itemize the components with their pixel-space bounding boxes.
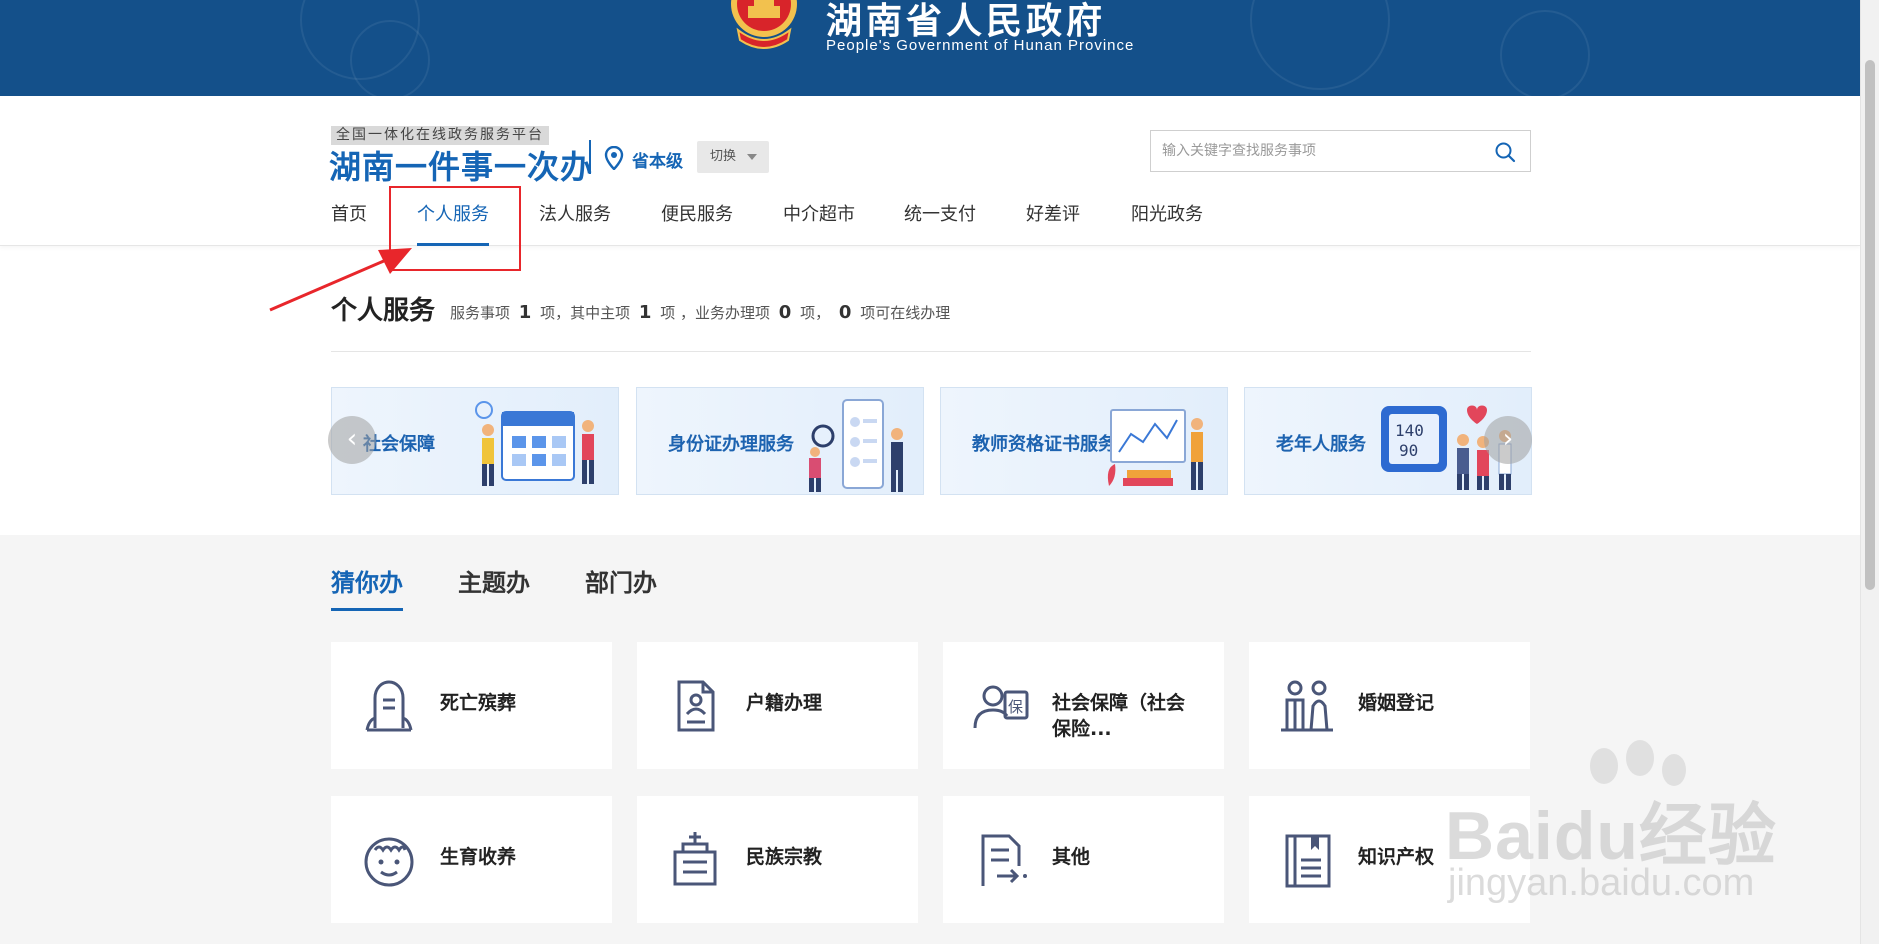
household-register-icon: [677, 680, 715, 732]
national-emblem-icon: [731, 0, 797, 49]
chevron-left-icon: ‹: [346, 424, 358, 454]
platform-logo-text[interactable]: 湖南一件事一次办: [329, 142, 593, 188]
svg-text:140: 140: [1395, 421, 1424, 440]
region-switch-label: 切换: [710, 149, 737, 164]
section-title: 个人服务: [331, 296, 436, 326]
caret-down-icon: [747, 154, 757, 160]
nav-item-open-government[interactable]: 阳光政务: [1131, 200, 1203, 246]
carousel-card-label: 老年人服务: [1276, 434, 1366, 455]
religion-building-icon: [673, 832, 717, 886]
social-security-icon: 保: [973, 685, 1029, 729]
nav-item-corporate-services[interactable]: 法人服务: [539, 200, 611, 246]
teacher-board-icon: [1107, 409, 1203, 490]
service-card-birth-adoption[interactable]: 生育收养: [331, 796, 612, 923]
top-banner: 湖南省人民政府 People's Government of Hunan Pro…: [0, 0, 1860, 96]
banner-subtitle: People's Government of Hunan Province: [826, 37, 1135, 54]
site-header: 全国一体化在线政务服务平台 湖南一件事一次办 省本级 切换 首页 个人服务 法人…: [0, 96, 1860, 246]
service-label: 婚姻登记: [1358, 692, 1435, 714]
stats-unit-3: 项，: [800, 304, 831, 322]
carousel-card-label: 身份证办理服务: [668, 434, 794, 455]
service-label: 民族宗教: [746, 846, 823, 868]
service-card-household-register[interactable]: 户籍办理: [637, 642, 918, 769]
carousel-card-id-card[interactable]: 身份证办理服务: [636, 387, 924, 495]
search-box: [1150, 130, 1531, 172]
section-stats: 服务事项 1 项，其中主项 1 项 ，业务办理项 0 项， 0 项可在线办理: [450, 302, 950, 323]
nav-item-convenience-services[interactable]: 便民服务: [661, 200, 733, 246]
baby-face-icon: [364, 837, 414, 887]
stats-prefix: 服务事项: [450, 304, 511, 322]
logo-divider: [589, 140, 591, 174]
nav-item-service-rating[interactable]: 好差评: [1026, 200, 1080, 246]
tab-by-topic[interactable]: 主题办: [458, 563, 530, 611]
wedding-couple-icon: [1281, 680, 1333, 732]
service-card-other[interactable]: 其他: [943, 796, 1224, 923]
service-card-social-security[interactable]: 保 社会保障（社会保险...: [943, 642, 1224, 769]
search-input[interactable]: [1151, 131, 1481, 171]
stats-unit-1: 项，其中主项: [540, 304, 631, 322]
stats-online-count: 0: [838, 302, 852, 323]
svg-text:保: 保: [1008, 698, 1023, 716]
service-card-ethnic-religion[interactable]: 民族宗教: [637, 796, 918, 923]
other-document-icon: [981, 834, 1027, 886]
region-switch-button[interactable]: 切换: [697, 141, 769, 173]
search-icon[interactable]: [1494, 141, 1516, 163]
nav-item-agency-market[interactable]: 中介超市: [783, 200, 855, 246]
intellectual-property-icon: [1285, 834, 1331, 888]
nav-item-unified-payment[interactable]: 统一支付: [904, 200, 976, 246]
section-divider: [331, 351, 1531, 352]
service-label: 社会保障（社会保险...: [1052, 692, 1186, 740]
service-label: 死亡殡葬: [440, 692, 517, 714]
watermark-url: jingyan.baidu.com: [1448, 862, 1755, 904]
carousel-prev-button[interactable]: ‹: [328, 416, 376, 464]
tombstone-icon: [365, 680, 413, 732]
svg-text:90: 90: [1399, 441, 1418, 460]
carousel-next-button[interactable]: ›: [1484, 416, 1532, 464]
tab-by-department[interactable]: 部门办: [585, 563, 657, 611]
tab-guess-you-need[interactable]: 猜你办: [331, 563, 403, 611]
chevron-right-icon: ›: [1502, 424, 1514, 454]
service-label: 其他: [1052, 846, 1091, 868]
carousel-card-teacher-certificate[interactable]: 教师资格证书服务: [940, 387, 1228, 495]
service-label: 户籍办理: [746, 692, 823, 714]
calendar-people-icon: [475, 401, 594, 486]
scrollbar-thumb[interactable]: [1865, 60, 1875, 590]
id-card-people-icon: [809, 399, 903, 492]
service-card-death-funeral[interactable]: 死亡殡葬: [331, 642, 612, 769]
location-pin-icon: [604, 146, 624, 170]
stats-unit-2: 项 ，业务办理项: [660, 304, 770, 322]
service-label: 生育收养: [440, 846, 517, 868]
stats-suffix: 项可在线办理: [860, 304, 951, 322]
stats-business-count: 0: [778, 302, 792, 323]
region-label: 省本级: [632, 152, 683, 172]
carousel-card-label: 教师资格证书服务: [972, 434, 1116, 455]
vertical-scrollbar[interactable]: [1860, 0, 1879, 944]
stats-main-count: 1: [638, 302, 652, 323]
stats-total-count: 1: [518, 302, 532, 323]
